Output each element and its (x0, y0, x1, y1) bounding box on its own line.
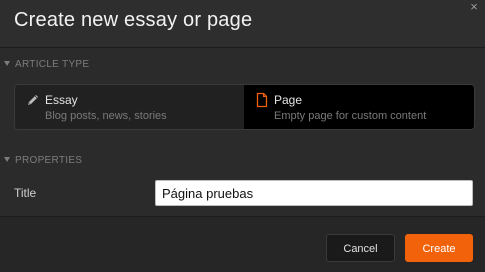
essay-option-description: Blog posts, news, stories (45, 110, 167, 122)
close-icon[interactable]: × (467, 0, 481, 14)
dialog-title: Create new essay or page (14, 9, 253, 31)
article-type-selector: Essay Blog posts, news, stories Page Emp… (14, 84, 475, 130)
article-type-page[interactable]: Page Empty page for custom content (244, 85, 474, 129)
page-option-name: Page (274, 93, 303, 107)
collapse-triangle-icon (4, 61, 10, 67)
essay-option-name: Essay (45, 93, 78, 107)
properties-section-header[interactable]: PROPERTIES (0, 155, 485, 173)
article-type-section-header[interactable]: ARTICLE TYPE (0, 59, 485, 77)
cancel-button[interactable]: Cancel (326, 234, 395, 262)
document-icon (256, 92, 268, 108)
create-button[interactable]: Create (405, 234, 473, 262)
title-input[interactable] (155, 180, 473, 206)
create-dialog: Create new essay or page × ARTICLE TYPE … (0, 0, 485, 272)
title-field-label: Title (14, 186, 37, 200)
properties-heading: PROPERTIES (15, 155, 83, 166)
dialog-header: Create new essay or page × (0, 0, 485, 48)
pen-icon (28, 95, 38, 105)
dialog-footer: Cancel Create (0, 216, 485, 272)
article-type-heading: ARTICLE TYPE (15, 59, 90, 70)
collapse-triangle-icon (4, 157, 10, 163)
article-type-essay[interactable]: Essay Blog posts, news, stories (15, 85, 244, 129)
page-option-description: Empty page for custom content (274, 110, 427, 122)
